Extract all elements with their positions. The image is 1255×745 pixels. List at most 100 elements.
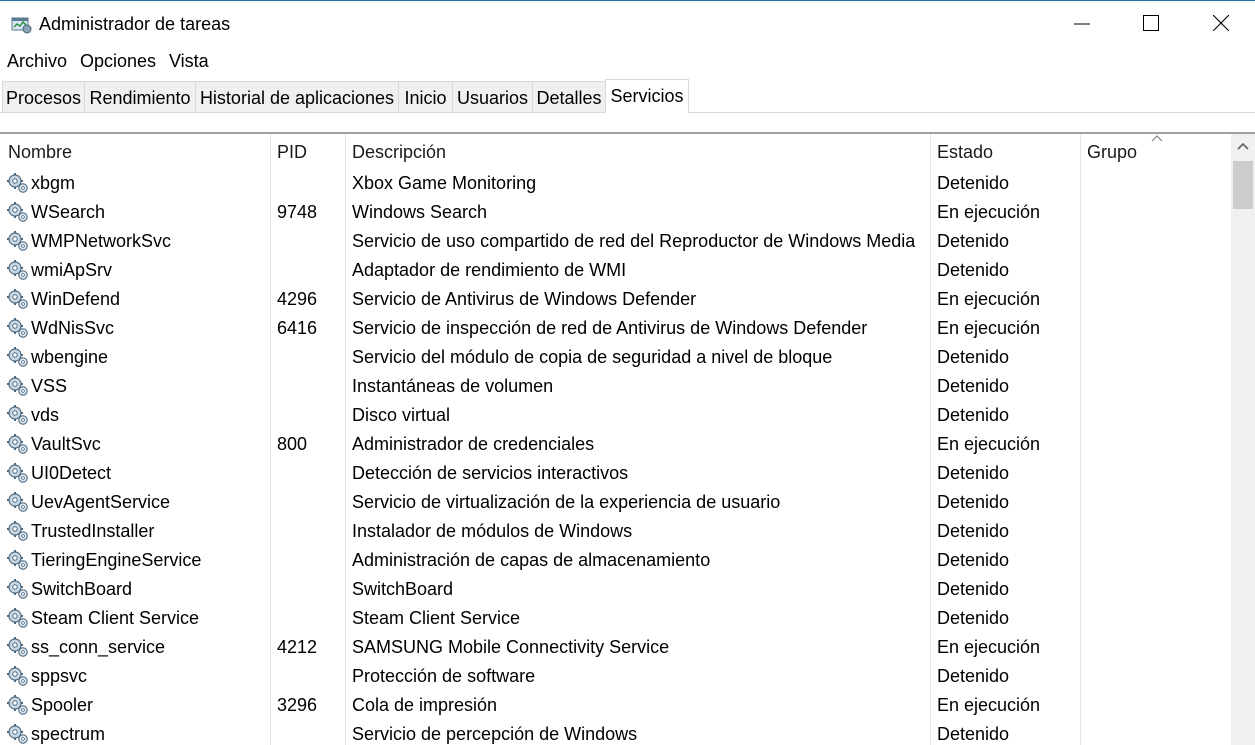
scroll-up-button[interactable] — [1231, 134, 1255, 158]
vertical-scrollbar[interactable] — [1231, 134, 1255, 745]
service-description: Adaptador de rendimiento de WMI — [352, 260, 627, 280]
task-manager-icon — [11, 17, 32, 34]
service-pid: 9748 — [277, 202, 318, 222]
service-status: Detenido — [937, 666, 1010, 686]
table-row[interactable]: Steam Client Service Steam Client Service… — [0, 604, 1230, 633]
service-name: Spooler — [31, 695, 94, 715]
scroll-thumb[interactable] — [1233, 161, 1253, 209]
table-row[interactable]: xbgm Xbox Game Monitoring Detenido — [0, 169, 1230, 198]
table-row[interactable]: ss_conn_service 4212 SAMSUNG Mobile Connec… — [0, 633, 1230, 662]
service-name: WMPNetworkSvc — [31, 231, 172, 251]
service-description: Administración de capas de almacenamient… — [352, 550, 711, 570]
service-name: sppsvc — [31, 666, 88, 686]
close-button[interactable] — [1186, 2, 1255, 46]
maximize-icon — [1143, 15, 1159, 31]
table-row[interactable]: sppsvc Protección de software Detenido — [0, 662, 1230, 691]
service-gear-icon — [7, 318, 28, 338]
services-table: Nombre PID Descripción Estado Grupo xbgm… — [0, 132, 1255, 745]
service-description: SwitchBoard — [352, 579, 454, 599]
tab-servicios[interactable]: Servicios — [605, 79, 689, 113]
service-description: Cola de impresión — [352, 695, 498, 715]
table-row[interactable]: wbengine Servicio del módulo de copia de … — [0, 343, 1230, 372]
service-description: SAMSUNG Mobile Connectivity Service — [352, 637, 670, 657]
service-description: Instalador de módulos de Windows — [352, 521, 633, 541]
chevron-up-icon — [1237, 142, 1249, 150]
service-name: SwitchBoard — [31, 579, 133, 599]
table-row[interactable]: SwitchBoard SwitchBoard Detenido — [0, 575, 1230, 604]
service-name: xbgm — [31, 173, 76, 193]
tab-historial[interactable]: Historial de aplicaciones — [195, 81, 399, 112]
tab-rendimiento[interactable]: Rendimiento — [84, 81, 196, 112]
service-name: VaultSvc — [31, 434, 101, 454]
tab-strip: Procesos Rendimiento Historial de aplica… — [0, 79, 1255, 113]
service-gear-icon — [7, 173, 28, 193]
table-row[interactable]: VSS Instantáneas de volumen Detenido — [0, 372, 1230, 401]
table-row[interactable]: UevAgentService Servicio de virtualizació… — [0, 488, 1230, 517]
service-name: WdNisSvc — [31, 318, 115, 338]
service-gear-icon — [7, 463, 28, 483]
menu-archivo[interactable]: Archivo — [7, 51, 67, 72]
table-row[interactable]: vds Disco virtual Detenido — [0, 401, 1230, 430]
service-gear-icon — [7, 521, 28, 541]
service-name: wmiApSrv — [31, 260, 113, 280]
tab-procesos[interactable]: Procesos — [2, 81, 85, 112]
service-description: Servicio de Antivirus de Windows Defende… — [352, 289, 697, 309]
minimize-button[interactable] — [1047, 2, 1117, 46]
service-gear-icon — [7, 695, 28, 715]
service-description: Administrador de credenciales — [352, 434, 595, 454]
service-description: Protección de software — [352, 666, 536, 686]
service-name: UevAgentService — [31, 492, 171, 512]
table-row[interactable]: WSearch 9748 Windows Search En ejecución — [0, 198, 1230, 227]
title-bar[interactable]: Administrador de tareas — [0, 2, 1255, 46]
table-row[interactable]: VaultSvc 800 Administrador de credenciales… — [0, 430, 1230, 459]
service-status: Detenido — [937, 173, 1010, 193]
table-row[interactable]: spectrum Servicio de percepción de Window… — [0, 720, 1230, 745]
table-row[interactable]: WinDefend 4296 Servicio de Antivirus de Wi… — [0, 285, 1230, 314]
menu-opciones[interactable]: Opciones — [80, 51, 156, 72]
service-name: wbengine — [31, 347, 109, 367]
service-status: Detenido — [937, 260, 1010, 280]
service-gear-icon — [7, 434, 28, 454]
service-name: UI0Detect — [31, 463, 112, 483]
table-row[interactable]: Spooler 3296 Cola de impresión En ejecución — [0, 691, 1230, 720]
service-gear-icon — [7, 376, 28, 396]
header-estado[interactable]: Estado — [937, 142, 993, 163]
service-status: Detenido — [937, 405, 1010, 425]
service-description: Windows Search — [352, 202, 488, 222]
tab-usuarios[interactable]: Usuarios — [452, 81, 533, 112]
service-status: Detenido — [937, 376, 1010, 396]
service-name: VSS — [31, 376, 68, 396]
service-pid: 4212 — [277, 637, 318, 657]
service-pid: 4296 — [277, 289, 318, 309]
service-pid: 6416 — [277, 318, 318, 338]
service-status: Detenido — [937, 521, 1010, 541]
header-grupo[interactable]: Grupo — [1087, 142, 1137, 163]
service-gear-icon — [7, 666, 28, 686]
header-pid[interactable]: PID — [277, 142, 307, 163]
tab-inicio[interactable]: Inicio — [398, 81, 453, 112]
service-name: spectrum — [31, 724, 106, 744]
service-pid: 800 — [277, 434, 308, 454]
service-gear-icon — [7, 579, 28, 599]
service-description: Servicio de inspección de red de Antivir… — [352, 318, 868, 338]
service-status: Detenido — [937, 608, 1010, 628]
service-gear-icon — [7, 637, 28, 657]
service-status: Detenido — [937, 347, 1010, 367]
maximize-button[interactable] — [1116, 2, 1186, 46]
table-row[interactable]: WdNisSvc 6416 Servicio de inspección de re… — [0, 314, 1230, 343]
header-descripcion[interactable]: Descripción — [352, 142, 446, 163]
service-status: Detenido — [937, 550, 1010, 570]
window-title: Administrador de tareas — [39, 14, 231, 34]
service-name: WSearch — [31, 202, 106, 222]
service-gear-icon — [7, 202, 28, 222]
header-nombre[interactable]: Nombre — [8, 142, 72, 163]
tab-detalles[interactable]: Detalles — [532, 81, 606, 112]
close-icon — [1213, 15, 1229, 31]
table-row[interactable]: WMPNetworkSvc Servicio de uso compartido … — [0, 227, 1230, 256]
menu-vista[interactable]: Vista — [169, 51, 209, 72]
table-row[interactable]: TrustedInstaller Instalador de módulos de… — [0, 517, 1230, 546]
service-name: vds — [31, 405, 60, 425]
table-row[interactable]: UI0Detect Detección de servicios interact… — [0, 459, 1230, 488]
table-row[interactable]: TieringEngineService Administración de ca… — [0, 546, 1230, 575]
table-row[interactable]: wmiApSrv Adaptador de rendimiento de WMI D… — [0, 256, 1230, 285]
